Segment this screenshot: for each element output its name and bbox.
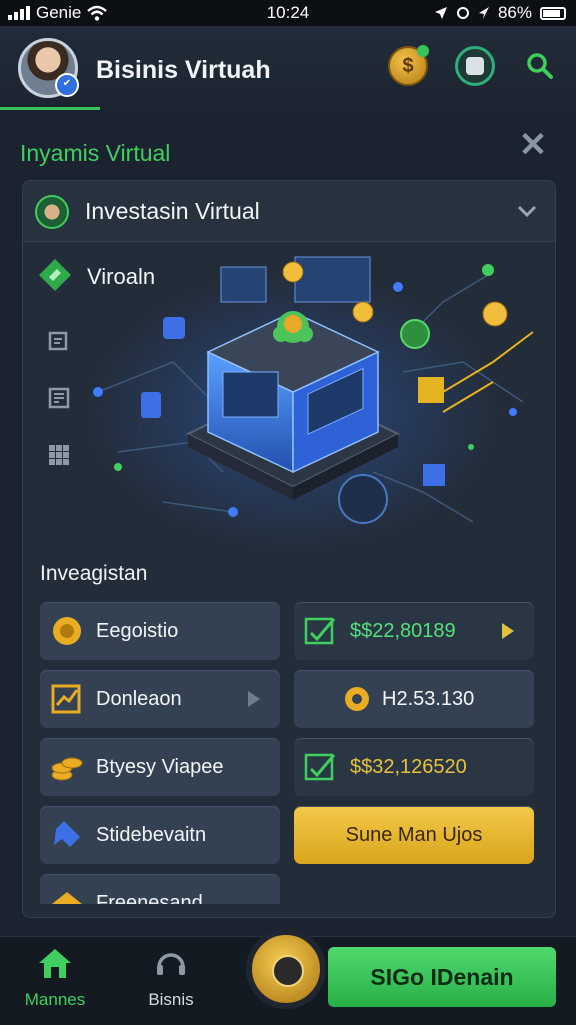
battery-percent: 86% [497,3,532,22]
item-card-5[interactable]: Freenesand [40,874,280,904]
search-button[interactable] [524,50,556,82]
search-icon [527,53,553,79]
panel-title: Investasin Virtual [85,198,260,224]
play-arrow-icon[interactable] [248,691,260,707]
header-accent-line [0,107,100,110]
virtual-diamond-icon [39,259,71,291]
center-coin-button[interactable] [246,929,326,1009]
panel-header[interactable]: Investasin Virtual [23,181,555,242]
card-label: Btyesy Viapee [96,756,224,778]
shield-icon [466,57,484,75]
gear-icon [345,687,369,711]
bottom-nav: Mannes Bisnis SIGo IDenain [0,929,576,1025]
profile-icon [35,195,69,229]
chevron-down-icon[interactable] [515,199,539,223]
card-label: Eegoistio [96,620,179,642]
dollar-coin-icon: $ [402,55,414,77]
chart-frame-icon [51,684,81,714]
item-card-4[interactable]: Stidebevaitn [40,806,280,864]
house-icon [52,892,82,904]
close-button[interactable]: ✕ [516,128,550,162]
report-icon[interactable] [47,386,71,410]
card-label: Donleaon [96,688,182,710]
cta-button[interactable]: SIGo IDenain [328,947,556,1007]
app-header: ✔ Bisinis Virtuah $ [0,26,576,110]
item-card-1[interactable]: Eegoistio [40,602,280,660]
action-button[interactable]: Sune Man Ujos [294,806,534,864]
puzzle-icon [54,821,80,847]
chart-check-icon [304,617,336,645]
list-title: Inveagistan [40,562,148,585]
value-text: $$22,80189 [350,620,456,642]
battery-icon [540,6,566,20]
location-icon [434,7,447,19]
coin-gear-icon [272,955,304,987]
home-icon [39,949,71,978]
virtual-business-illustration [83,256,534,552]
nav-home-label: Mannes [24,990,86,1009]
action-button-label: Sune Man Ujos [345,824,483,846]
value-text: H2.53.130 [382,688,475,710]
value-card-3[interactable]: $$32,126520 [294,738,534,796]
gear-coin-icon [53,617,81,645]
document-icon[interactable] [47,329,71,353]
data-icon [478,7,489,19]
nav-home[interactable]: Mannes [0,945,110,1010]
status-right: 86% [434,3,566,23]
virtual-label: Viroaln [87,264,156,289]
notification-dot [417,45,429,57]
chart-check-icon [304,753,336,781]
item-card-2[interactable]: Donleaon [40,670,280,728]
nav-business-label: Bisnis [148,990,194,1009]
play-arrow-icon[interactable] [502,623,514,639]
close-icon: ✕ [518,126,548,164]
card-label: Stidebevaitn [96,824,207,846]
app-title: Bisinis Virtuah [96,56,271,84]
value-card-2[interactable]: H2.53.130 [294,670,534,728]
alarm-icon [456,7,469,19]
grid-icon[interactable] [47,443,71,467]
headset-icon [157,953,185,975]
shield-button[interactable] [455,46,495,86]
item-card-3[interactable]: Btyesy Viapee [40,738,280,796]
status-bar: Genie 10:24 86% [0,0,576,26]
nav-business[interactable]: Bisnis [116,945,226,1010]
verified-badge-icon: ✔ [55,73,79,97]
section-title: Inyamis Virtual [20,140,171,166]
avatar[interactable]: ✔ [18,38,79,98]
coin-button[interactable]: $ [388,45,429,86]
coin-stack-icon [51,757,83,781]
value-text: $$32,126520 [350,756,467,778]
card-label: Freenesand [96,892,203,904]
value-card-1[interactable]: $$22,80189 [294,602,534,660]
